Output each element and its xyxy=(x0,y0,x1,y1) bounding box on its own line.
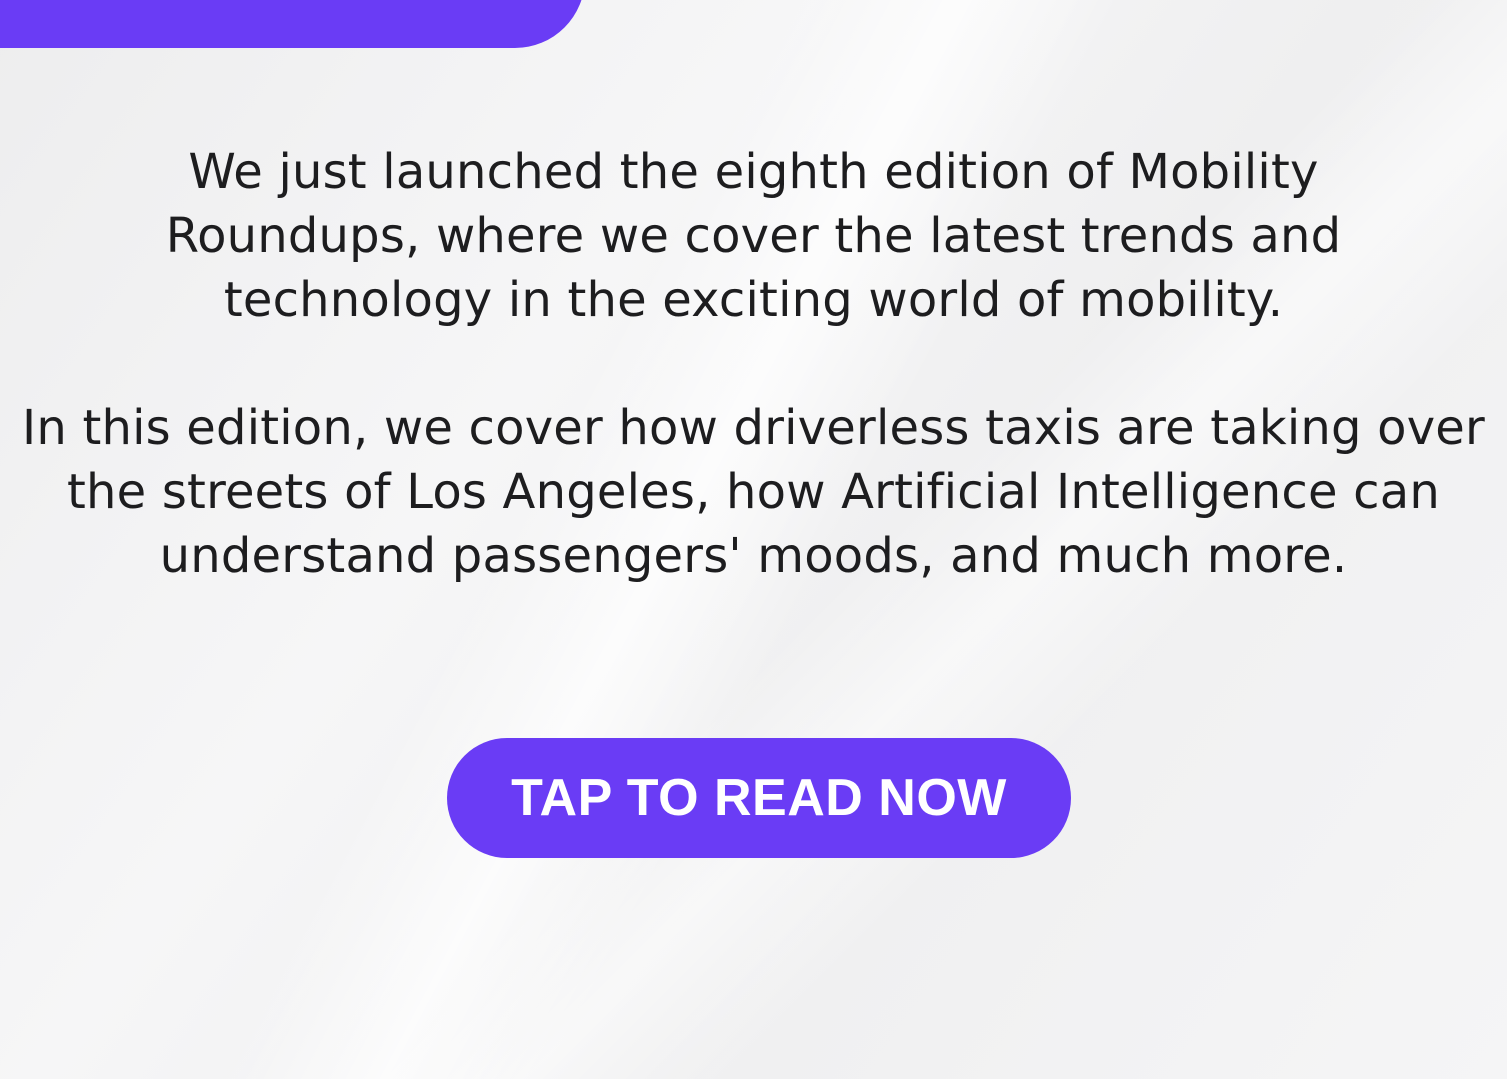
newsletter-body: We just launched the eighth edition of M… xyxy=(0,140,1507,588)
edition-summary-paragraph: In this edition, we cover how driverless… xyxy=(22,400,1485,584)
top-banner-shape xyxy=(0,0,585,48)
intro-paragraph: We just launched the eighth edition of M… xyxy=(165,144,1342,328)
tap-to-read-now-button[interactable]: TAP TO READ NOW xyxy=(447,738,1071,858)
